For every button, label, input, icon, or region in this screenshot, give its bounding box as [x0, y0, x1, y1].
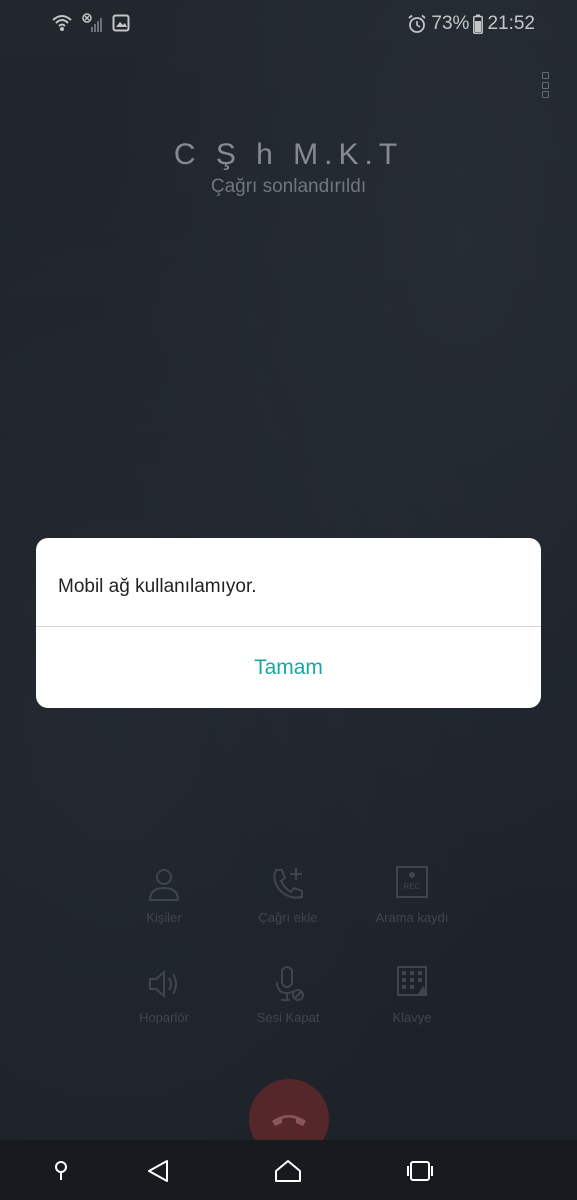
dialog-message: Mobil ağ kullanılamıyor. — [58, 576, 257, 597]
navigation-bar — [0, 1140, 577, 1200]
network-unavailable-dialog: Mobil ağ kullanılamıyor. Tamam — [36, 538, 541, 708]
home-icon — [275, 1160, 301, 1182]
pin-button[interactable] — [44, 1156, 78, 1186]
back-icon — [148, 1160, 168, 1182]
back-button[interactable] — [141, 1156, 175, 1186]
recents-button[interactable] — [403, 1156, 437, 1186]
home-button[interactable] — [271, 1156, 305, 1186]
ok-button[interactable]: Tamam — [36, 627, 541, 708]
pin-icon — [55, 1161, 67, 1180]
recents-icon — [407, 1161, 433, 1181]
